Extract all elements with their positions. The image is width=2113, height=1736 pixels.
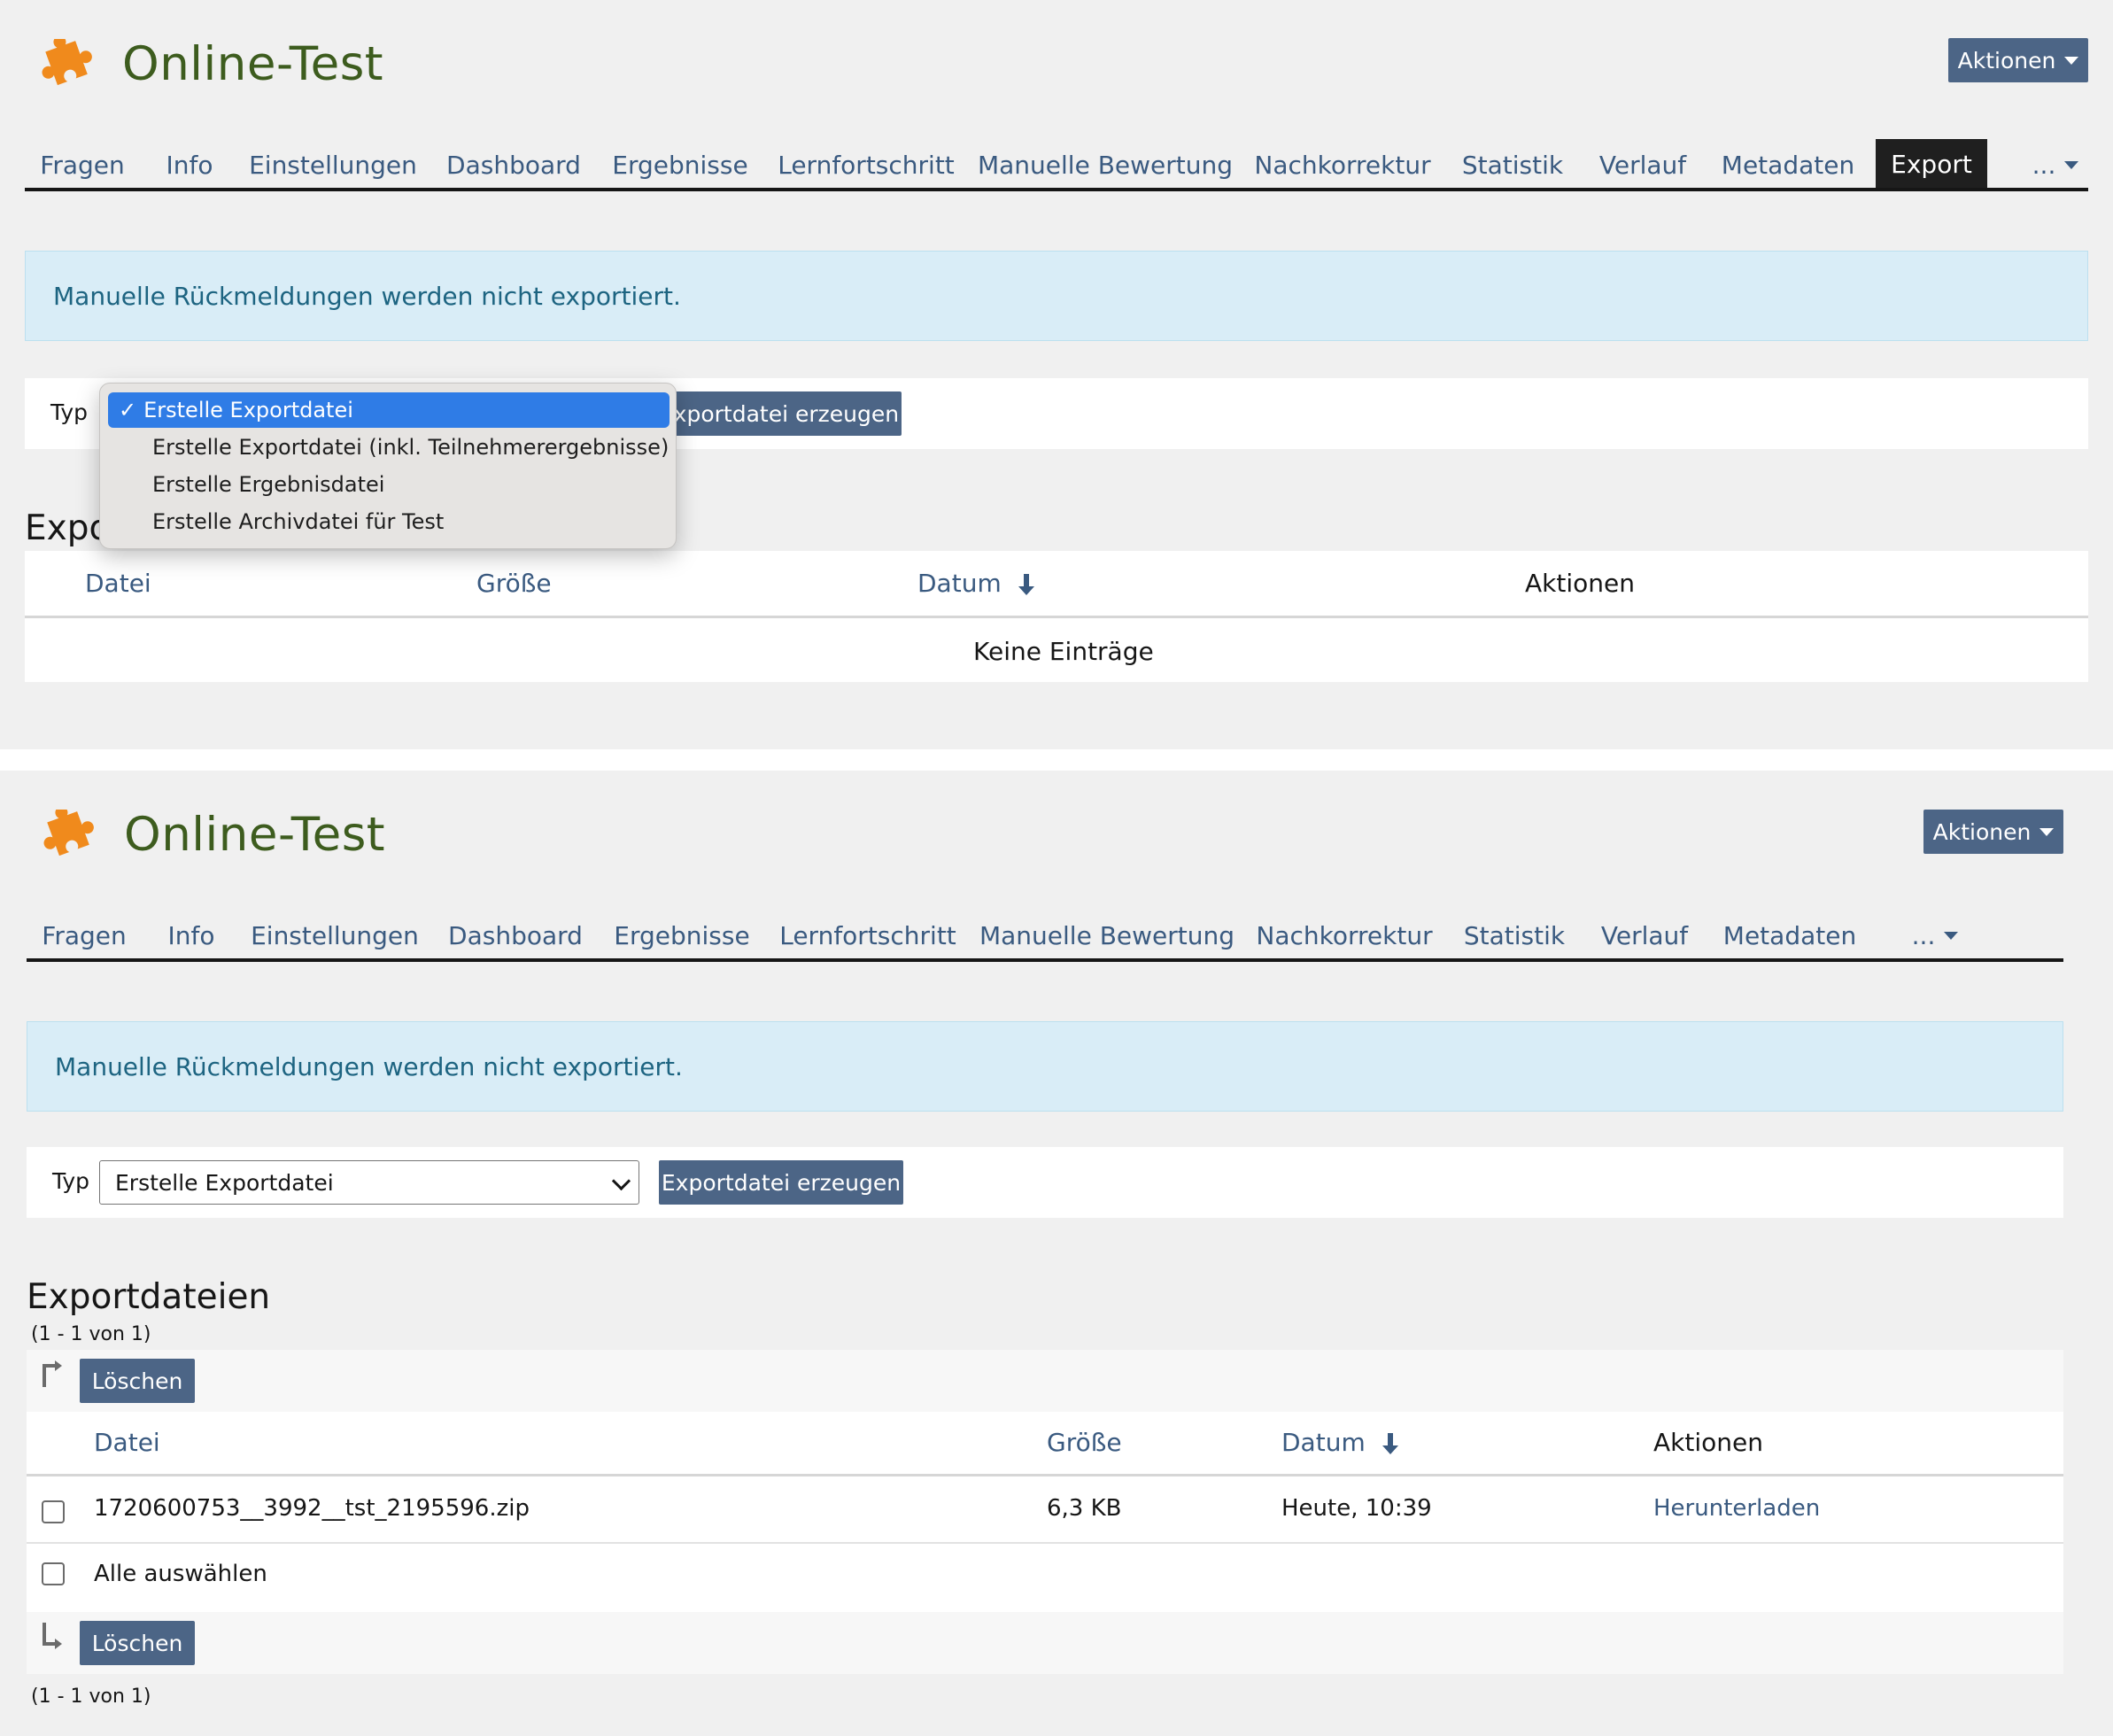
caret-down-icon [2064, 56, 2079, 65]
select-arrow-down-icon [43, 1623, 62, 1649]
tab-more-label: ... [2032, 150, 2056, 180]
tab-statistik[interactable]: Statistik [1461, 912, 1567, 958]
export-files-heading: Expo [25, 508, 111, 548]
row-checkbox[interactable] [42, 1500, 65, 1523]
bulk-actions-toolbar-bottom [27, 1612, 2063, 1674]
actions-dropdown-button[interactable]: Aktionen [1923, 810, 2063, 854]
tab-einstellungen[interactable]: Einstellungen [251, 912, 419, 958]
empty-table-message: Keine Einträge [973, 637, 1154, 666]
col-header-date-label: Datum [917, 569, 1002, 598]
col-header-file[interactable]: Datei [94, 1428, 160, 1457]
tab-dashboard[interactable]: Dashboard [445, 912, 586, 958]
puzzle-piece-icon [42, 39, 92, 86]
select-all-checkbox[interactable] [42, 1562, 65, 1585]
tab-fragen[interactable]: Fragen [35, 142, 129, 188]
tab-info[interactable]: Info [159, 912, 223, 958]
type-label: Typ [50, 399, 89, 425]
dropdown-option-export-with-results[interactable]: Erstelle Exportdatei (inkl. Teilnehmerer… [108, 430, 670, 465]
delete-button-bottom[interactable]: Löschen [80, 1621, 195, 1665]
info-message: Manuelle Rückmeldungen werden nicht expo… [27, 1021, 2063, 1112]
tab-export[interactable]: Export [1876, 139, 1987, 190]
actions-label: Aktionen [1932, 818, 2032, 845]
create-export-button[interactable]: Exportdatei erzeugen [657, 391, 902, 436]
select-arrow-up-icon [43, 1360, 62, 1387]
page-title: Online-Test [122, 37, 384, 91]
tab-nachkorrektur[interactable]: Nachkorrektur [1254, 142, 1430, 188]
delete-button-top[interactable]: Löschen [80, 1359, 195, 1403]
sort-down-arrow-icon [1382, 1433, 1398, 1454]
caret-down-icon [2064, 160, 2079, 169]
dropdown-option-label: Erstelle Exportdatei [143, 398, 353, 422]
export-type-select[interactable]: Erstelle Exportdatei [99, 1160, 639, 1205]
pagination-range-bottom: (1 - 1 von 1) [31, 1686, 151, 1708]
col-header-date[interactable]: Datum [1281, 1428, 1400, 1457]
tab-dashboard[interactable]: Dashboard [443, 142, 584, 188]
top-screen: Online-Test Aktionen Fragen Info Einstel… [0, 0, 2113, 749]
tab-verlauf[interactable]: Verlauf [1594, 142, 1691, 188]
tab-more[interactable]: ... [2009, 142, 2102, 188]
row-divider [27, 1542, 2063, 1544]
row-date: Heute, 10:39 [1281, 1495, 1432, 1522]
tab-underline [25, 188, 2088, 191]
table-header-rule [27, 1474, 2063, 1476]
tab-manuelle-bewertung[interactable]: Manuelle Bewertung [979, 912, 1235, 958]
tab-verlauf[interactable]: Verlauf [1596, 912, 1693, 958]
select-all-label: Alle auswählen [94, 1561, 267, 1587]
page-title: Online-Test [124, 808, 386, 862]
puzzle-piece-icon [43, 810, 94, 856]
actions-dropdown-button[interactable]: Aktionen [1948, 38, 2088, 82]
tab-more[interactable]: ... [1888, 912, 1982, 958]
caret-down-icon [1944, 931, 1959, 940]
dropdown-option-export-file[interactable]: ✓ Erstelle Exportdatei [108, 392, 670, 428]
dropdown-option-results-file[interactable]: Erstelle Ergebnisdatei [108, 467, 670, 502]
tab-metadaten[interactable]: Metadaten [1723, 912, 1856, 958]
table-header-rule [25, 616, 2088, 618]
tab-metadaten[interactable]: Metadaten [1722, 142, 1854, 188]
export-type-select-value: Erstelle Exportdatei [115, 1169, 334, 1196]
col-header-actions: Aktionen [1653, 1428, 1763, 1457]
row-file-size: 6,3 KB [1047, 1495, 1122, 1522]
row-file-name: 1720600753__3992__tst_2195596.zip [94, 1495, 530, 1522]
tab-lernfortschritt[interactable]: Lernfortschritt [778, 142, 955, 188]
col-header-date[interactable]: Datum [917, 569, 1036, 598]
checkmark-icon: ✓ [119, 398, 137, 422]
bottom-screen: Online-Test Aktionen Fragen Info Einstel… [0, 771, 2113, 1736]
tab-lernfortschritt[interactable]: Lernfortschritt [779, 912, 956, 958]
pagination-range-top: (1 - 1 von 1) [31, 1323, 151, 1345]
tab-manuelle-bewertung[interactable]: Manuelle Bewertung [978, 142, 1233, 188]
tab-statistik[interactable]: Statistik [1459, 142, 1566, 188]
tab-more-label: ... [1911, 920, 1936, 950]
dropdown-option-archive-file[interactable]: Erstelle Archivdatei für Test [108, 504, 670, 539]
caret-down-icon [2039, 827, 2055, 836]
bulk-actions-toolbar-top [27, 1350, 2063, 1412]
col-header-actions: Aktionen [1525, 569, 1635, 598]
tab-ergebnisse[interactable]: Ergebnisse [612, 142, 747, 188]
sort-down-arrow-icon [1018, 574, 1034, 595]
tab-nachkorrektur[interactable]: Nachkorrektur [1256, 912, 1432, 958]
tab-underline [27, 958, 2063, 962]
type-label: Typ [52, 1168, 90, 1194]
tab-ergebnisse[interactable]: Ergebnisse [614, 912, 749, 958]
tab-fragen[interactable]: Fragen [37, 912, 131, 958]
col-header-size[interactable]: Größe [476, 569, 552, 598]
download-link[interactable]: Herunterladen [1653, 1495, 1820, 1522]
export-files-heading: Exportdateien [27, 1277, 271, 1317]
actions-label: Aktionen [1957, 47, 2056, 74]
chevron-down-icon [611, 1171, 631, 1191]
info-message: Manuelle Rückmeldungen werden nicht expo… [25, 251, 2088, 341]
col-header-size[interactable]: Größe [1047, 1428, 1122, 1457]
tab-einstellungen[interactable]: Einstellungen [249, 142, 417, 188]
tab-info[interactable]: Info [158, 142, 221, 188]
create-export-button[interactable]: Exportdatei erzeugen [659, 1160, 903, 1205]
col-header-date-label: Datum [1281, 1428, 1366, 1457]
export-type-dropdown-menu: ✓ Erstelle Exportdatei Erstelle Exportdat… [99, 383, 677, 549]
col-header-file[interactable]: Datei [85, 569, 151, 598]
